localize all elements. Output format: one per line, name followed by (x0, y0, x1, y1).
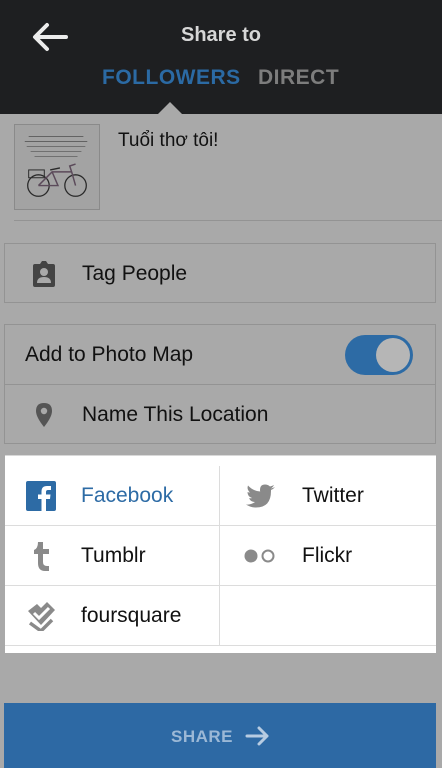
photo-map-toggle[interactable] (345, 335, 413, 375)
photo-map-label: Add to Photo Map (25, 343, 194, 366)
share-targets-panel: Facebook Twitter Tumblr Flickr foursquar… (5, 455, 436, 653)
post-thumbnail (14, 124, 100, 210)
tag-people-row[interactable]: Tag People (4, 243, 436, 303)
tag-people-label: Tag People (82, 262, 188, 285)
photo-map-row: Add to Photo Map (4, 324, 436, 384)
facebook-label: Facebook (81, 484, 174, 507)
share-button[interactable]: SHARE (4, 703, 436, 768)
arrow-right-icon (245, 726, 269, 746)
twitter-icon (246, 484, 275, 508)
location-pin-icon (36, 403, 52, 427)
empty-cell (220, 586, 436, 646)
divider (14, 220, 442, 221)
flickr-label: Flickr (302, 544, 353, 567)
page-title: Share to (180, 24, 262, 46)
tumblr-icon (34, 542, 49, 571)
share-tumblr[interactable]: Tumblr (5, 526, 220, 586)
active-tab-indicator (158, 102, 182, 114)
twitter-label: Twitter (302, 484, 364, 507)
foursquare-label: foursquare (81, 604, 182, 627)
name-location-row[interactable]: Name This Location (4, 384, 436, 444)
tumblr-label: Tumblr (81, 544, 146, 567)
share-twitter[interactable]: Twitter (220, 466, 436, 526)
name-location-label: Name This Location (82, 403, 269, 426)
facebook-icon (26, 481, 56, 511)
post-caption[interactable]: Tuổi thơ tôi! (118, 130, 218, 152)
tab-followers[interactable]: FOLLOWERS (102, 66, 241, 90)
share-flickr[interactable]: Flickr (220, 526, 436, 586)
top-bar: Share to FOLLOWERS DIRECT (0, 0, 442, 114)
tab-direct[interactable]: DIRECT (258, 66, 339, 90)
share-foursquare[interactable]: foursquare (5, 586, 220, 646)
person-badge-icon (33, 261, 55, 287)
flickr-icon (244, 549, 275, 563)
foursquare-icon (28, 602, 55, 631)
toggle-knob (376, 338, 410, 372)
share-button-label: SHARE (171, 727, 234, 746)
share-facebook[interactable]: Facebook (5, 466, 220, 526)
